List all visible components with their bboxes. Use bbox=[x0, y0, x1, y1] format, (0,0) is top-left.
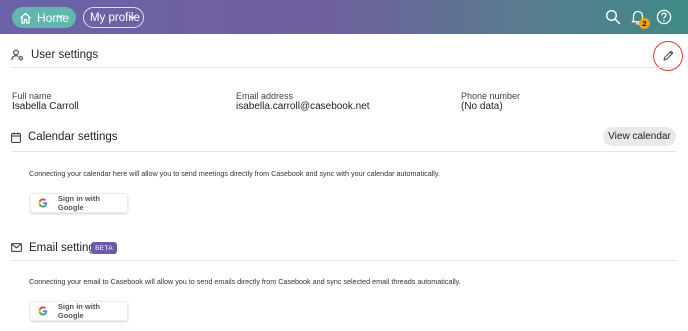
email-description: Connecting your email to Casebook will a… bbox=[29, 277, 461, 286]
top-navigation-bar: Home My profile 2 bbox=[0, 0, 688, 34]
pencil-icon[interactable] bbox=[662, 49, 675, 62]
notification-count-badge: 2 bbox=[639, 18, 650, 29]
email-address-label: Email address bbox=[236, 91, 294, 101]
email-address-value: isabella.carroll@casebook.net bbox=[236, 101, 370, 112]
help-icon[interactable] bbox=[656, 9, 672, 25]
home-icon bbox=[20, 12, 31, 24]
calendar-sign-in-with-google-button[interactable]: Sign in with Google bbox=[30, 193, 128, 213]
divider bbox=[12, 67, 676, 68]
home-button[interactable]: Home bbox=[12, 7, 76, 28]
phone-number-label: Phone number bbox=[461, 91, 521, 101]
calendar-description: Connecting your calendar here will allow… bbox=[29, 169, 440, 178]
phone-number-value: (No data) bbox=[461, 101, 503, 112]
sign-in-with-google-label: Sign in with Google bbox=[57, 194, 100, 212]
view-calendar-button[interactable]: View calendar bbox=[603, 127, 676, 146]
user-settings-title: User settings bbox=[31, 49, 99, 61]
chevron-down-icon bbox=[129, 15, 136, 20]
divider bbox=[12, 151, 676, 152]
user-settings-icon bbox=[11, 49, 24, 61]
beta-badge: BETA bbox=[91, 242, 117, 254]
google-icon bbox=[38, 198, 48, 208]
full-name-label: Full name bbox=[12, 91, 52, 101]
search-icon[interactable] bbox=[605, 9, 621, 25]
divider bbox=[12, 260, 676, 261]
calendar-settings-title: Calendar settings bbox=[28, 131, 118, 143]
email-sign-in-with-google-button[interactable]: Sign in with Google bbox=[30, 301, 128, 321]
calendar-icon bbox=[11, 132, 21, 143]
google-icon bbox=[38, 306, 48, 316]
email-settings-title: Email settings bbox=[29, 242, 101, 254]
chevron-down-icon bbox=[57, 14, 64, 19]
my-profile-button[interactable]: My profile bbox=[83, 7, 144, 28]
full-name-value: Isabella Carroll bbox=[12, 101, 79, 112]
mail-icon bbox=[11, 243, 22, 252]
sign-in-with-google-label: Sign in with Google bbox=[57, 302, 100, 320]
